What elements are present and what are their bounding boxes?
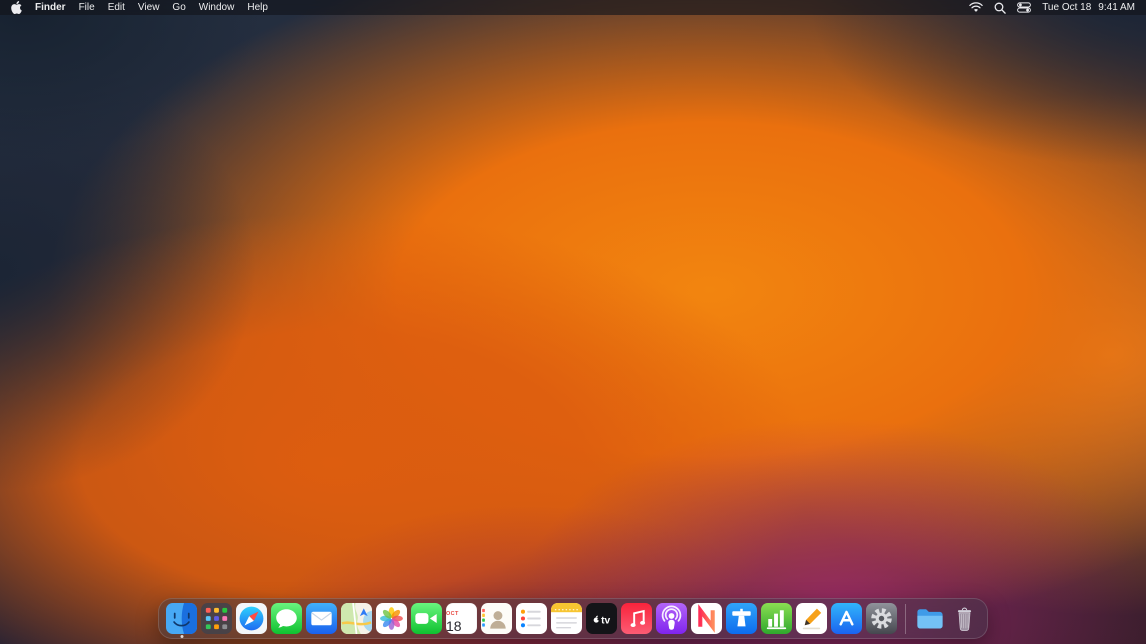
messages-icon <box>271 603 302 634</box>
desktop-wallpaper[interactable] <box>0 0 1146 644</box>
dock-item-pages[interactable] <box>796 603 827 634</box>
trash-icon <box>949 603 980 634</box>
calendar-icon: OCT 18 <box>446 603 477 634</box>
dock-item-calendar[interactable]: OCT 18 <box>446 603 477 634</box>
calendar-day-label: 18 <box>446 618 462 634</box>
dock-item-podcasts[interactable] <box>656 603 687 634</box>
tv-logo-text: tv <box>601 616 610 627</box>
notes-icon <box>551 603 582 634</box>
wifi-icon[interactable] <box>969 2 983 13</box>
launchpad-icon <box>201 603 232 634</box>
menu-help[interactable]: Help <box>247 2 268 13</box>
maps-icon <box>341 603 372 634</box>
dock-item-launchpad[interactable] <box>201 603 232 634</box>
facetime-icon <box>411 603 442 634</box>
dock-item-photos[interactable] <box>376 603 407 634</box>
dock-item-news[interactable] <box>691 603 722 634</box>
dock: OCT 18 <box>158 598 988 639</box>
dock-item-tv[interactable]: tv <box>586 603 617 634</box>
system-settings-icon <box>866 603 897 634</box>
control-center-icon[interactable] <box>1017 2 1031 13</box>
dock-item-numbers[interactable] <box>761 603 792 634</box>
tv-icon: tv <box>586 603 617 634</box>
menu-go[interactable]: Go <box>172 2 185 13</box>
menu-bar-date[interactable]: Tue Oct 18 <box>1042 2 1091 13</box>
app-store-icon <box>831 603 862 634</box>
dock-item-contacts[interactable] <box>481 603 512 634</box>
menu-file[interactable]: File <box>79 2 95 13</box>
dock-item-facetime[interactable] <box>411 603 442 634</box>
photos-icon <box>376 603 407 634</box>
dock-separator <box>905 604 906 634</box>
dock-item-music[interactable] <box>621 603 652 634</box>
dock-item-app-store[interactable] <box>831 603 862 634</box>
dock-item-notes[interactable] <box>551 603 582 634</box>
downloads-folder-icon <box>914 603 945 634</box>
reminders-icon <box>516 603 547 634</box>
dock-item-trash[interactable] <box>949 603 980 634</box>
menu-window[interactable]: Window <box>199 2 235 13</box>
safari-icon <box>236 603 267 634</box>
mail-icon <box>306 603 337 634</box>
keynote-icon <box>726 603 757 634</box>
dock-item-keynote[interactable] <box>726 603 757 634</box>
apple-menu[interactable] <box>11 1 22 14</box>
dock-item-downloads[interactable] <box>914 603 945 634</box>
dock-item-mail[interactable] <box>306 603 337 634</box>
menu-view[interactable]: View <box>138 2 160 13</box>
menu-bar: Finder File Edit View Go Window Help Tue… <box>0 0 1146 15</box>
menu-edit[interactable]: Edit <box>108 2 125 13</box>
apple-logo-icon <box>11 1 22 14</box>
contacts-icon <box>481 603 512 634</box>
numbers-icon <box>761 603 792 634</box>
dock-item-messages[interactable] <box>271 603 302 634</box>
finder-icon <box>166 603 197 634</box>
spotlight-search-icon[interactable] <box>994 2 1006 14</box>
dock-item-safari[interactable] <box>236 603 267 634</box>
pages-icon <box>796 603 827 634</box>
menu-app-name[interactable]: Finder <box>35 2 66 13</box>
dock-item-reminders[interactable] <box>516 603 547 634</box>
news-icon <box>691 603 722 634</box>
dock-item-system-settings[interactable] <box>866 603 897 634</box>
dock-item-maps[interactable] <box>341 603 372 634</box>
dock-item-finder[interactable] <box>166 603 197 634</box>
calendar-month-label: OCT <box>446 611 459 617</box>
music-icon <box>621 603 652 634</box>
menu-bar-time[interactable]: 9:41 AM <box>1098 2 1135 13</box>
running-indicator <box>180 635 183 638</box>
podcasts-icon <box>656 603 687 634</box>
